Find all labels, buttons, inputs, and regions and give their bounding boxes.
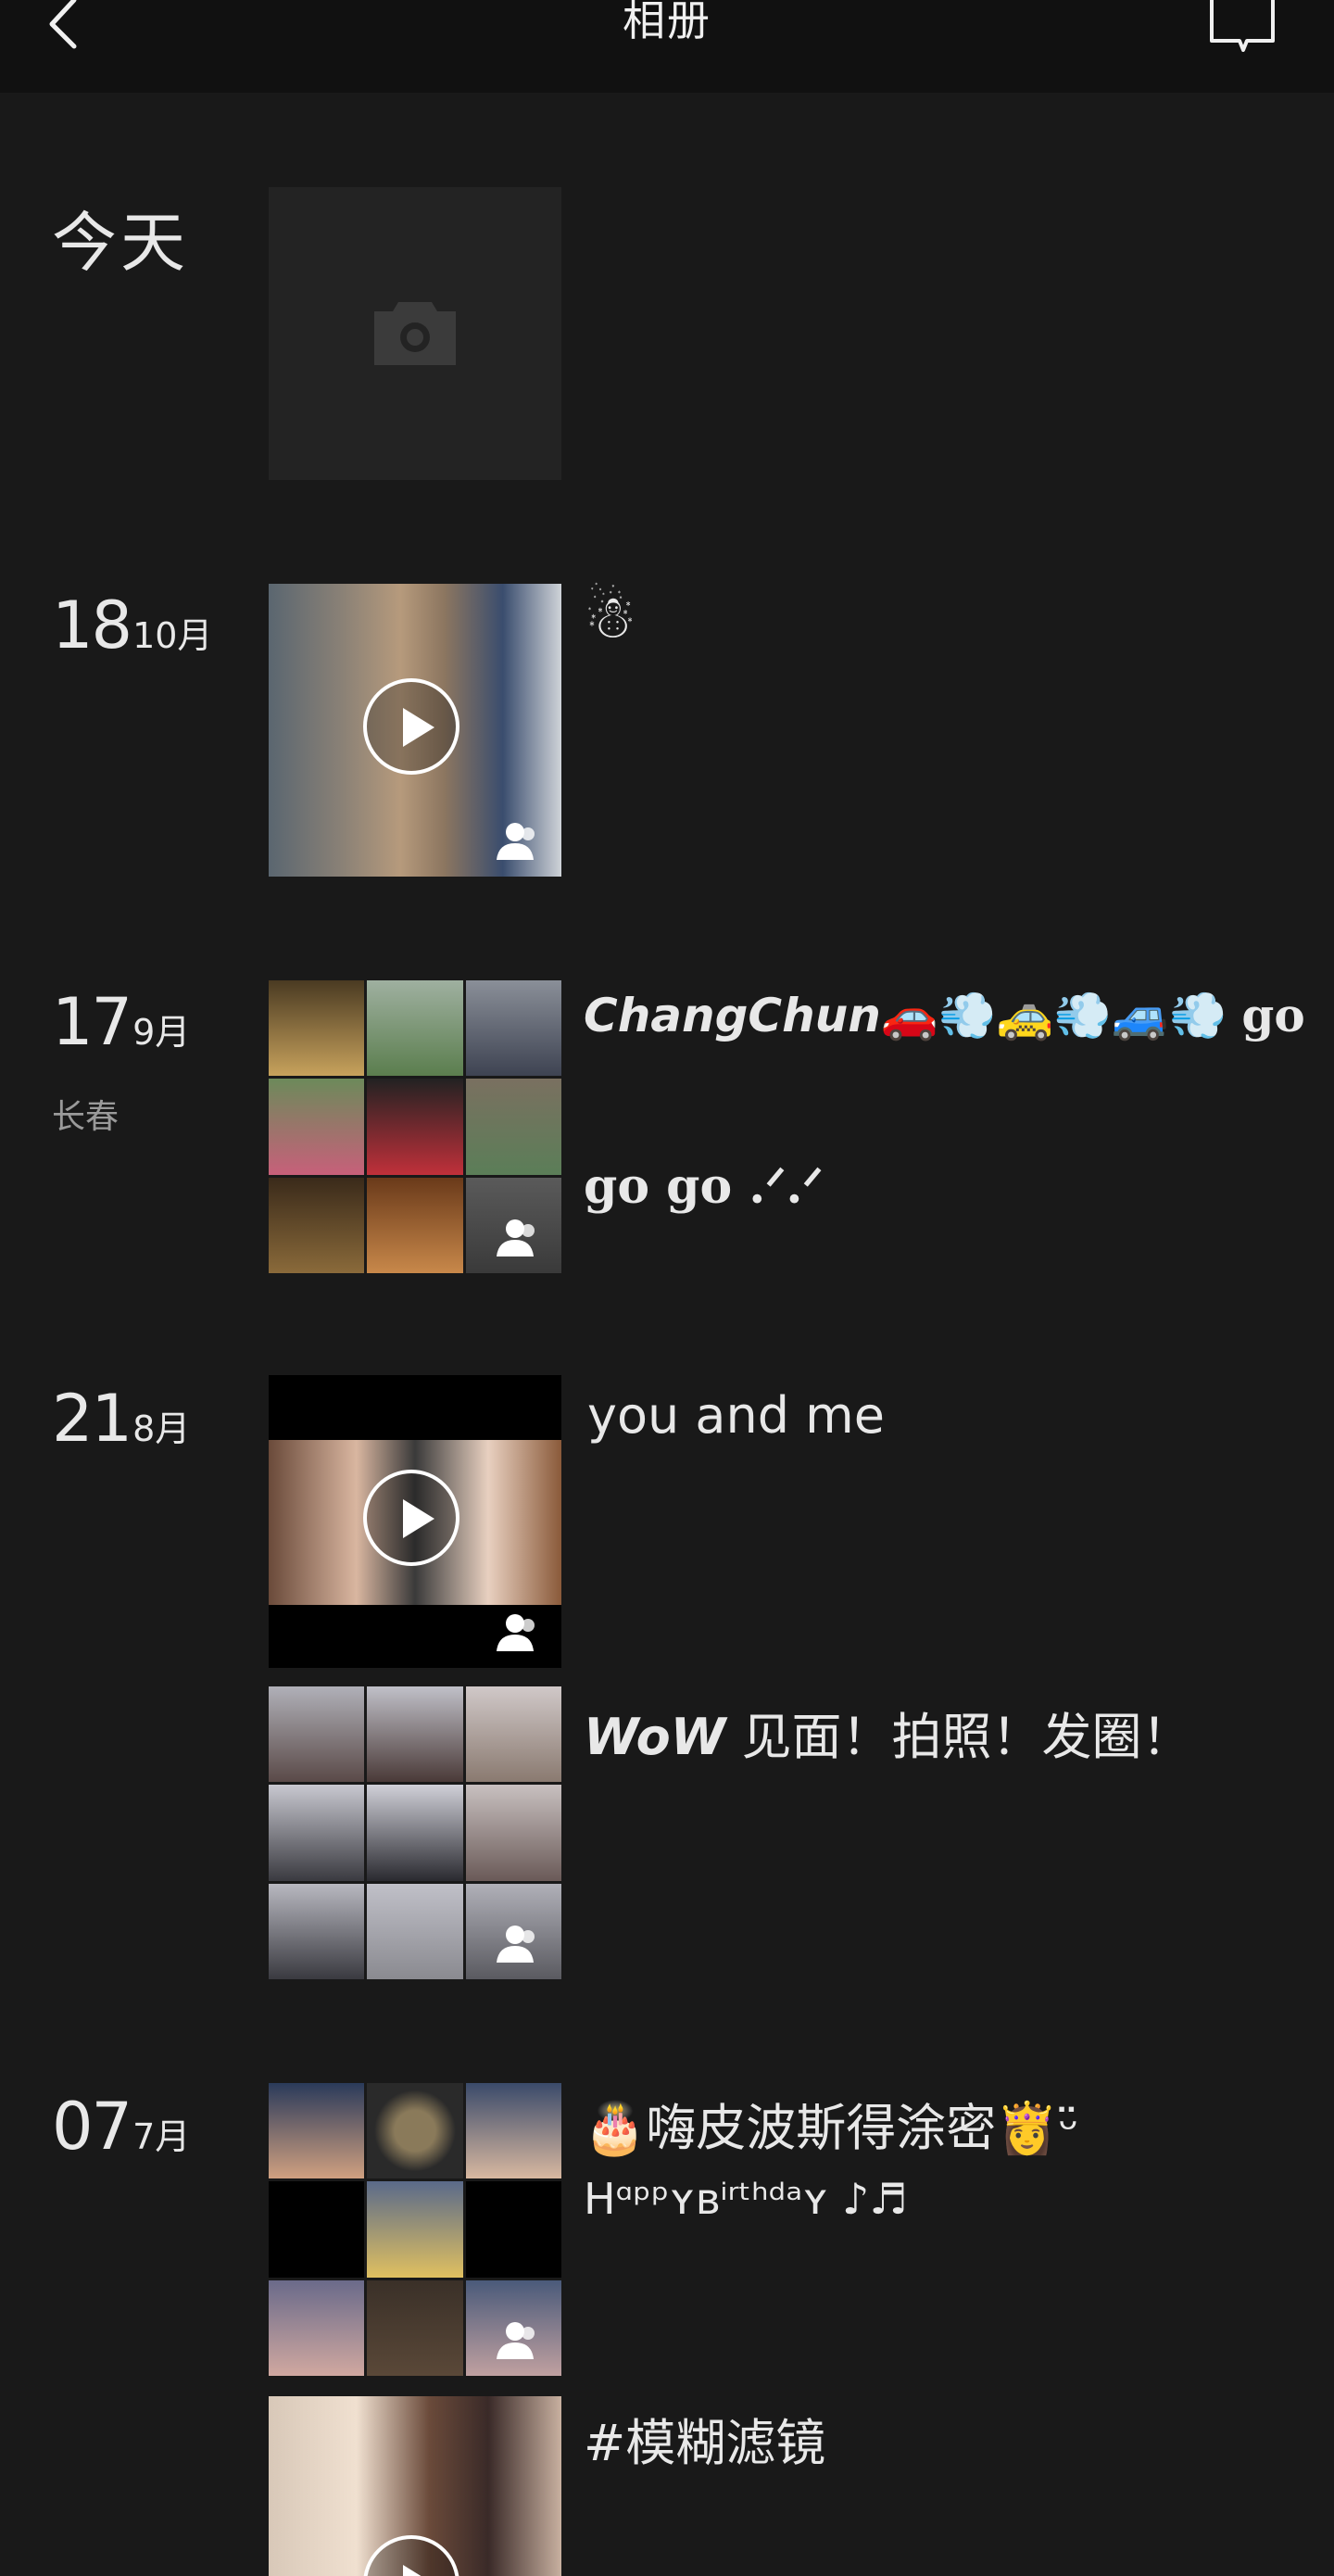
person-icon: [497, 1926, 535, 1963]
grid-photo: [367, 1785, 463, 1881]
add-photo-button[interactable]: [269, 187, 561, 480]
photo-grid-thumbnail[interactable]: [269, 2083, 561, 2376]
post-caption: #模糊滤镜: [584, 2414, 826, 2472]
grid-photo: [465, 2083, 561, 2179]
grid-photo: [367, 2181, 463, 2278]
post-caption-line2: go go .ᐟ.ᐟ: [584, 1158, 824, 1215]
grid-photo: [269, 2279, 365, 2376]
grid-photo: [465, 1785, 561, 1881]
play-icon: [363, 678, 459, 775]
grid-photo: [367, 980, 463, 1077]
location-label: 长春: [52, 1098, 120, 1136]
camera-icon: [374, 302, 456, 365]
page-title: 相册: [623, 0, 711, 45]
grid-photo: [367, 1883, 463, 1979]
grid-photo: [269, 2083, 365, 2179]
post-caption: WoW 见面！拍照！发圈！: [584, 1708, 1192, 1766]
grid-photo: [367, 1177, 463, 1273]
date-today: 今天: [52, 205, 189, 281]
date-18-oct: 1810月: [52, 587, 213, 663]
message-icon[interactable]: [1208, 0, 1277, 52]
grid-photo: [269, 2181, 365, 2278]
grid-photo: [269, 1079, 365, 1175]
play-icon: [363, 1470, 459, 1566]
photo-grid-thumbnail[interactable]: [269, 1686, 561, 1979]
post-caption: 🎂嗨皮波斯得涂密👸ᵕ̈: [584, 2099, 1079, 2157]
photo-grid-thumbnail[interactable]: [269, 980, 561, 1273]
grid-photo: [269, 1883, 365, 1979]
person-icon: [497, 823, 535, 860]
person-icon: [497, 1614, 535, 1651]
post-caption: ChangChun🚗💨🚕💨🚙💨 go: [584, 988, 1305, 1042]
post-caption: you and me: [587, 1386, 885, 1445]
video-thumbnail[interactable]: [269, 1375, 561, 1668]
date-17-sep: 179月: [52, 984, 191, 1060]
grid-photo: [269, 1177, 365, 1273]
person-icon: [497, 2322, 535, 2359]
video-thumbnail[interactable]: [269, 2396, 561, 2576]
grid-photo: [269, 1785, 365, 1881]
date-21-aug: 218月: [52, 1381, 191, 1457]
grid-photo: [465, 2181, 561, 2278]
grid-photo: [465, 1079, 561, 1175]
top-bar: 相册: [0, 0, 1334, 93]
post-caption-line2: Hᵅᵖᵖʏʙⁱʳᵗʰᵈᵃʏ ♪♬: [584, 2174, 908, 2224]
grid-photo: [269, 980, 365, 1077]
grid-photo: [367, 1079, 463, 1175]
grid-photo: [269, 1686, 365, 1783]
grid-photo: [367, 2279, 463, 2376]
grid-photo: [367, 1686, 463, 1783]
grid-photo: [465, 980, 561, 1077]
post-caption: ☃: [584, 584, 637, 652]
person-icon: [497, 1219, 535, 1256]
grid-photo: [367, 2083, 463, 2179]
grid-photo: [465, 1686, 561, 1783]
video-thumbnail[interactable]: [269, 584, 561, 877]
date-07-jul: 077月: [52, 2089, 191, 2165]
play-icon: [363, 2535, 459, 2576]
